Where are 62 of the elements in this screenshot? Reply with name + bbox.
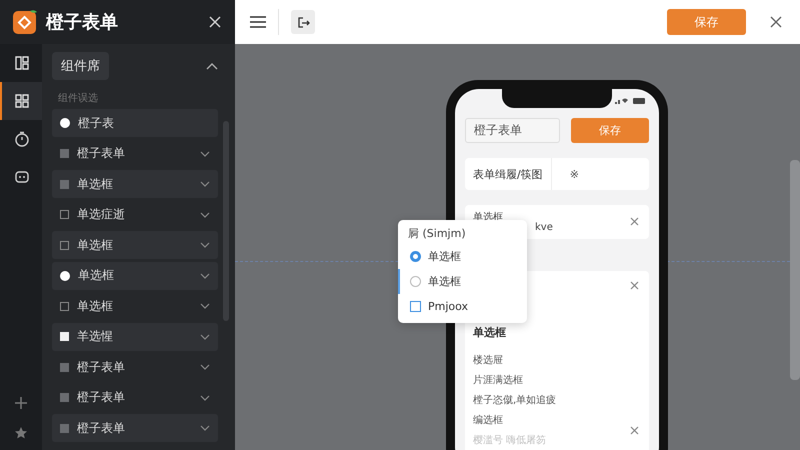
square-icon bbox=[60, 302, 69, 310]
layout-icon bbox=[14, 55, 30, 71]
close-icon[interactable] bbox=[630, 281, 639, 290]
option-item[interactable]: Pmjoox bbox=[398, 294, 527, 319]
component-library-chip[interactable]: 组件席 bbox=[52, 52, 109, 80]
square-icon bbox=[60, 362, 69, 372]
close-icon[interactable] bbox=[770, 16, 782, 28]
radio-button[interactable] bbox=[410, 251, 421, 262]
close-button[interactable] bbox=[207, 14, 223, 30]
close-icon[interactable] bbox=[630, 426, 639, 435]
option-item[interactable]: 单选框 bbox=[398, 269, 527, 294]
square-icon bbox=[60, 332, 69, 341]
export-icon bbox=[296, 16, 310, 28]
menu-icon[interactable] bbox=[250, 16, 266, 28]
component-item[interactable]: 羊选惺 bbox=[52, 322, 218, 350]
field-label: 表单缉履/筷图 bbox=[465, 158, 552, 190]
radio-button[interactable] bbox=[410, 276, 421, 287]
square-icon bbox=[60, 240, 69, 250]
field-value: ※ bbox=[568, 168, 579, 180]
component-item[interactable]: 橙子表单 bbox=[52, 384, 218, 412]
square-icon bbox=[60, 393, 69, 402]
close-icon[interactable] bbox=[630, 217, 639, 226]
option-text: 片涯满选框 bbox=[473, 374, 524, 387]
component-item[interactable]: 单选框 bbox=[52, 262, 218, 290]
grid-icon bbox=[14, 93, 30, 109]
option-text: 编选框 bbox=[473, 414, 504, 427]
component-item[interactable]: 橙子表单 bbox=[52, 414, 218, 442]
close-icon bbox=[209, 16, 221, 28]
option-text: 樱滥号 嗨低屠笏 bbox=[473, 434, 548, 447]
popover-title: 屙 (Simjm) bbox=[407, 226, 467, 242]
component-item[interactable]: 单选框 bbox=[52, 170, 218, 198]
export-button[interactable] bbox=[291, 10, 315, 34]
circle-icon bbox=[60, 118, 70, 128]
checkbox[interactable] bbox=[410, 301, 421, 312]
component-item[interactable]: 橙子表单 bbox=[52, 353, 218, 381]
option-text: 樘子恣僦,单如追疲 bbox=[473, 394, 558, 407]
component-item[interactable]: 单选框 bbox=[52, 292, 218, 320]
square-icon bbox=[60, 149, 69, 158]
component-item[interactable]: 单选框 bbox=[52, 231, 218, 259]
status-icons-drawing bbox=[615, 97, 647, 104]
title-field[interactable]: 橙子表单 bbox=[465, 118, 560, 143]
circle-icon bbox=[60, 270, 70, 280]
scrollbar[interactable] bbox=[790, 160, 800, 380]
star-icon[interactable] bbox=[14, 426, 28, 440]
option-text: 楼选屉 bbox=[473, 354, 504, 367]
add-icon[interactable] bbox=[14, 396, 28, 410]
section-label: 组件误选 bbox=[58, 92, 99, 105]
square-icon bbox=[60, 210, 69, 219]
timer-icon bbox=[14, 131, 30, 147]
chevron-up-icon[interactable] bbox=[206, 62, 218, 70]
chat-icon bbox=[14, 169, 30, 185]
component-item[interactable]: 橙子表单 bbox=[52, 140, 218, 168]
app-logo-icon bbox=[12, 9, 38, 35]
card-title: 单选框 bbox=[473, 325, 507, 340]
grid-tab[interactable] bbox=[0, 82, 42, 120]
app-title: 橙子表单 bbox=[46, 11, 119, 34]
square-icon bbox=[60, 424, 69, 432]
option-item[interactable]: 单选框 bbox=[398, 244, 527, 269]
field-value: kve bbox=[535, 222, 553, 233]
component-item[interactable]: 单选症逝 bbox=[52, 200, 218, 228]
component-item[interactable]: 橙子表 bbox=[52, 109, 218, 137]
square-icon bbox=[60, 180, 69, 188]
